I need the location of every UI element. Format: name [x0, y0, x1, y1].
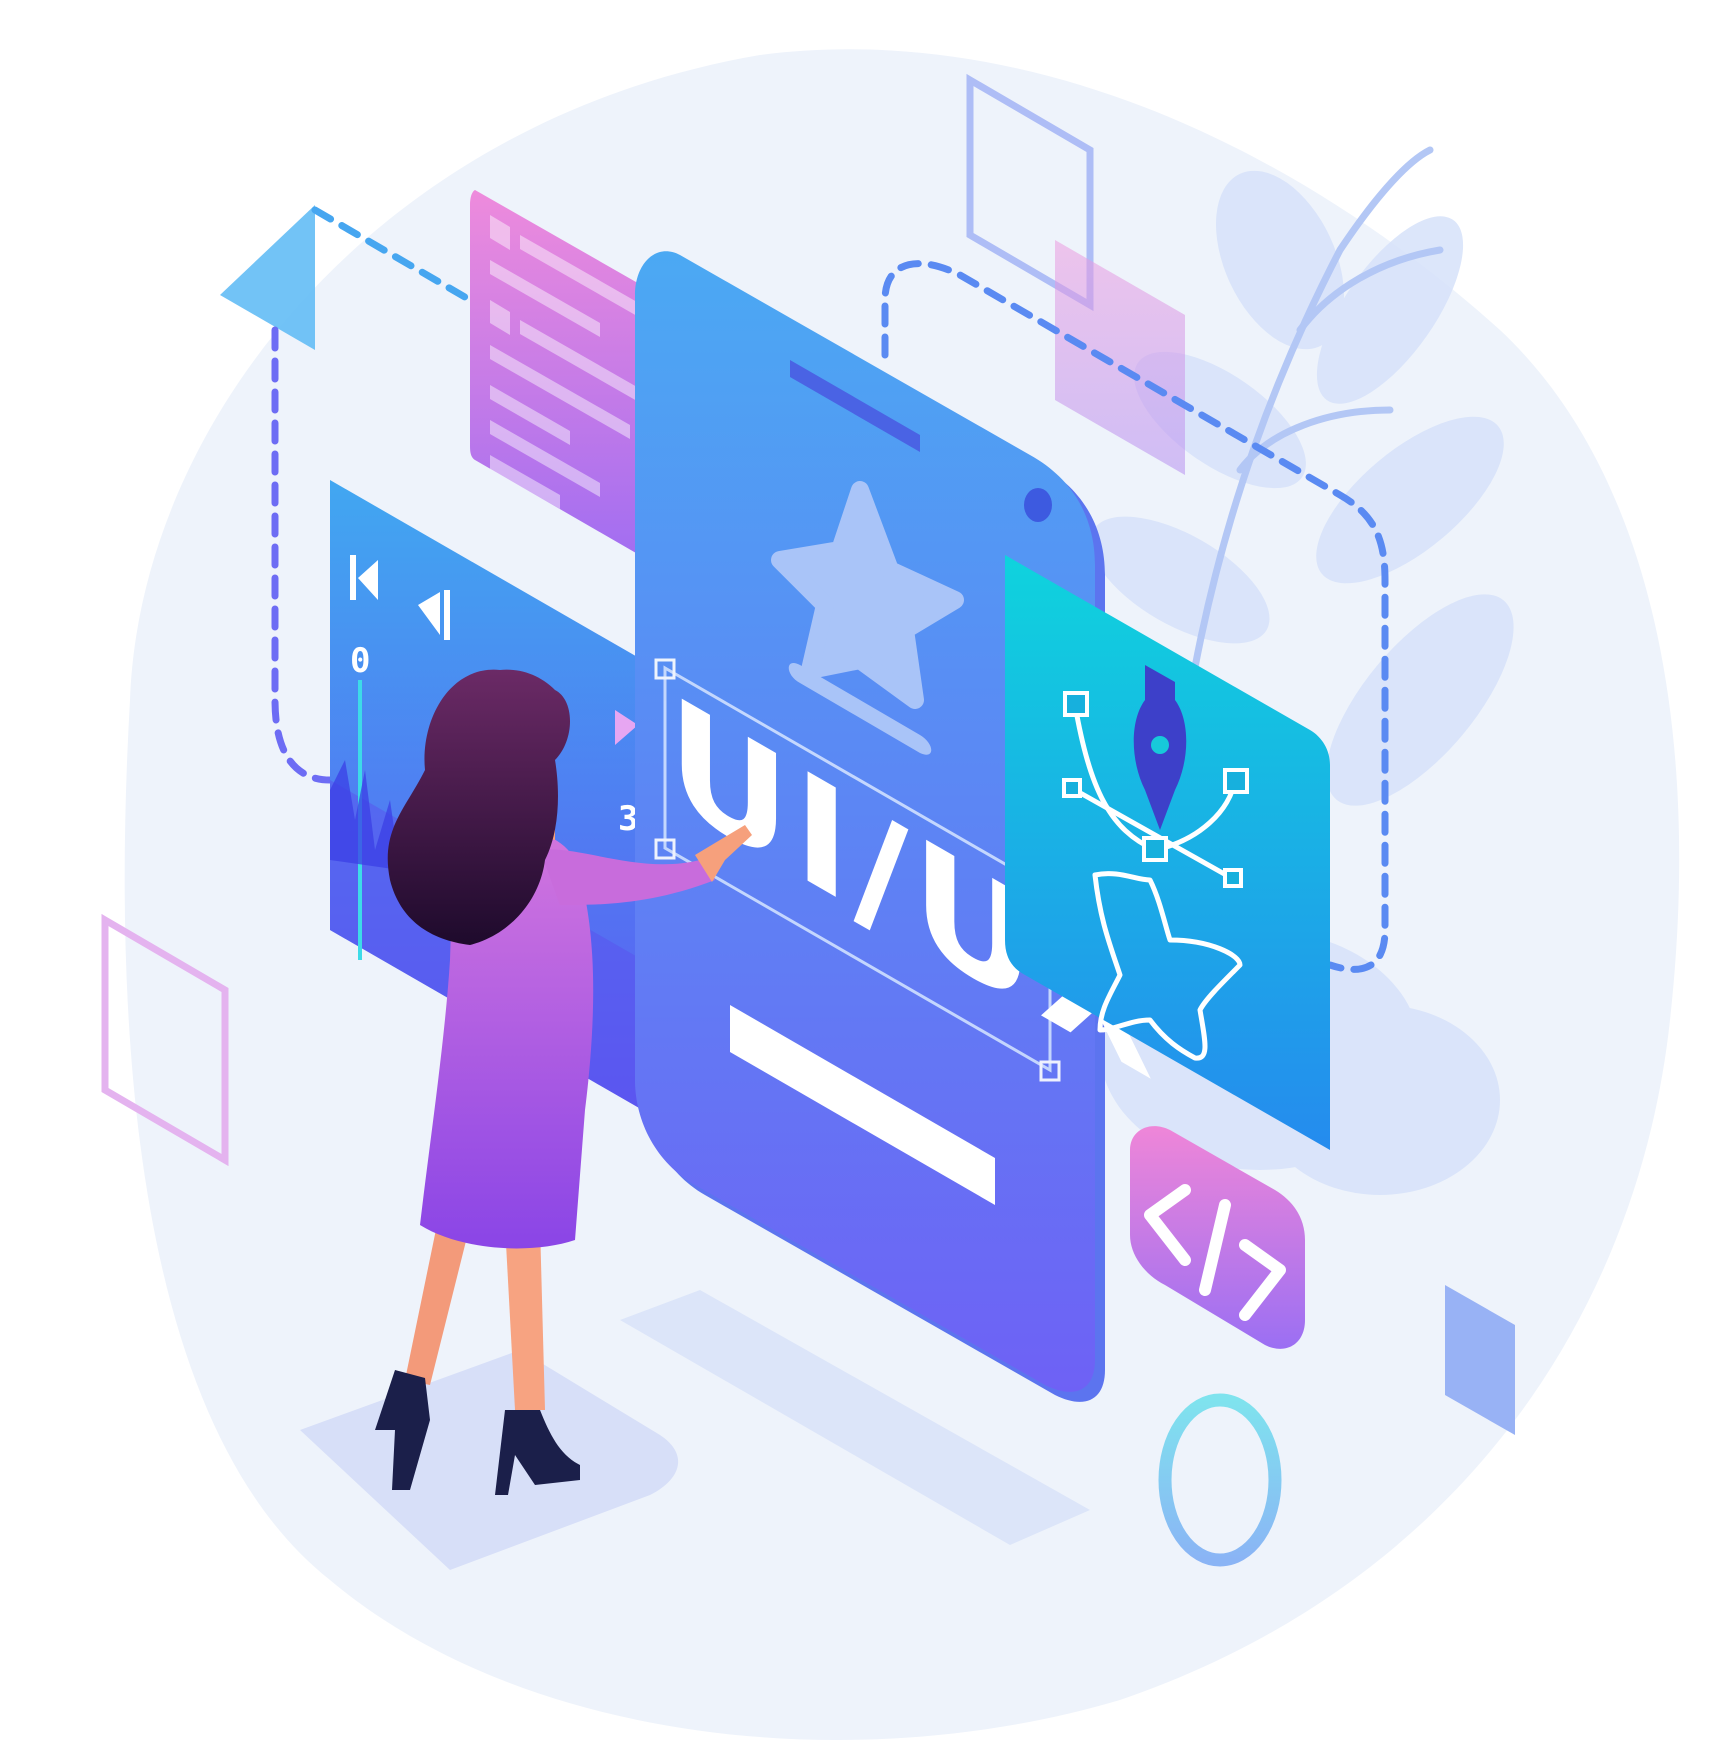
triangle-shape [220, 205, 315, 350]
uiux-illustration: 0 3 UI/UX [101, 49, 1680, 1741]
phone-camera [1024, 488, 1052, 522]
timeline-number-0: 0 [350, 641, 370, 681]
